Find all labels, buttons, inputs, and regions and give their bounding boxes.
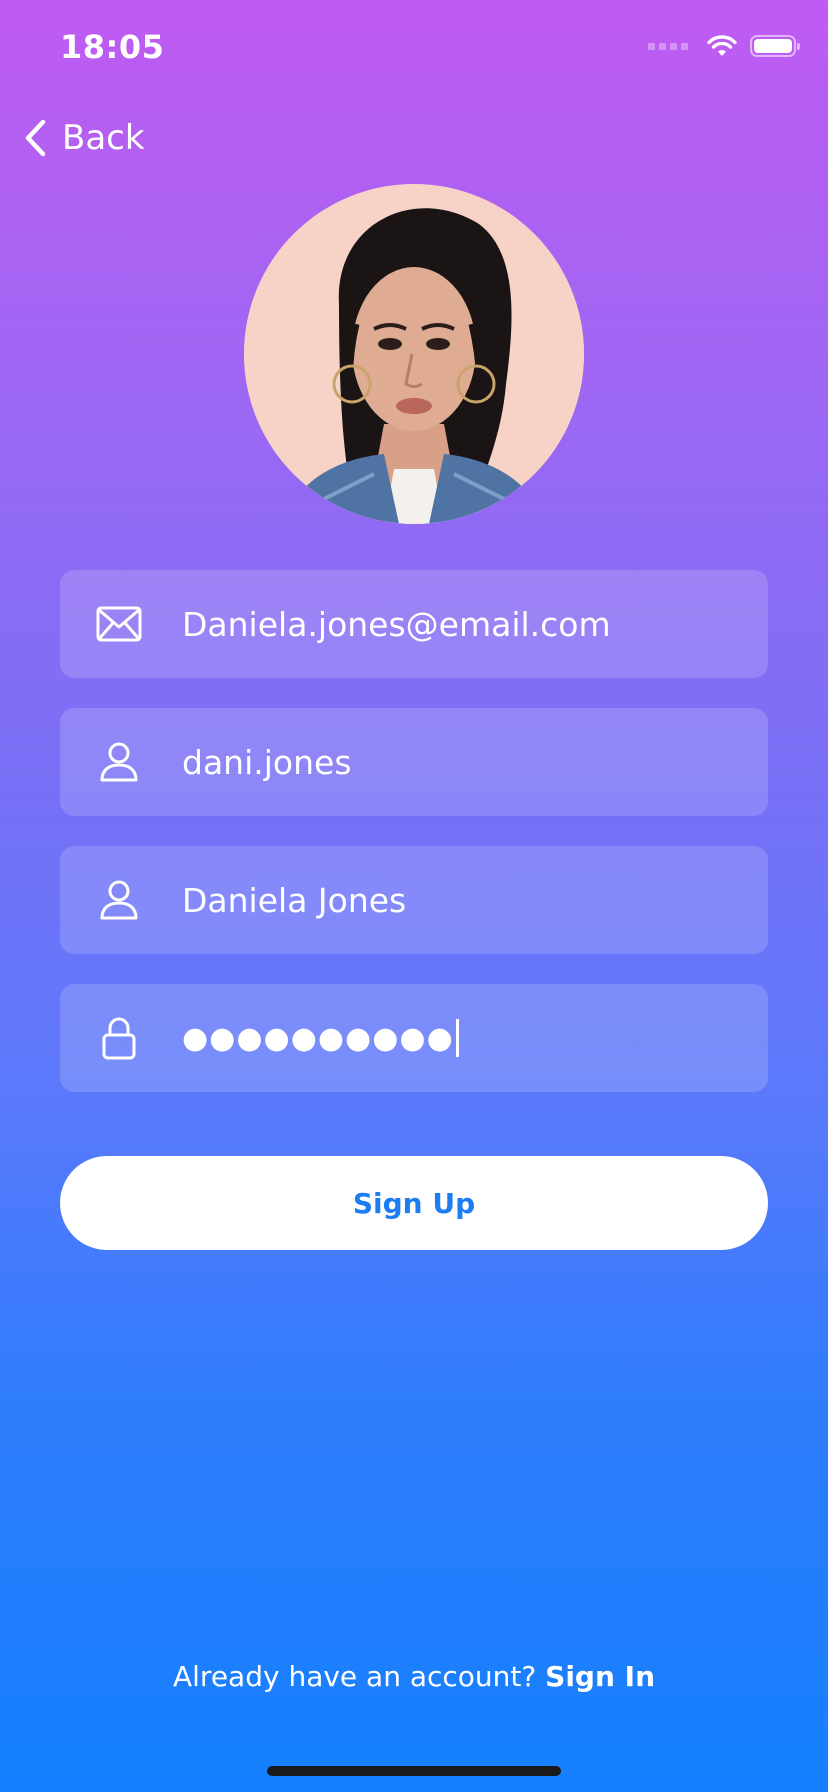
- text-cursor: [455, 1019, 459, 1057]
- sign-up-button[interactable]: Sign Up: [60, 1156, 768, 1250]
- footer-prompt: Already have an account?: [172, 1660, 537, 1693]
- profile-photo: [244, 184, 584, 524]
- status-icons: [648, 34, 800, 58]
- sign-in-link[interactable]: Sign In: [545, 1660, 655, 1693]
- back-button[interactable]: Back: [22, 118, 145, 158]
- footer: Already have an account? Sign In: [0, 1660, 828, 1693]
- full-name-field[interactable]: Daniela Jones: [60, 846, 768, 954]
- password-value: ●●●●●●●●●●: [182, 1020, 454, 1056]
- signup-screen: 18:05 Back Daniela.jones@email.com dani.…: [0, 0, 828, 1792]
- email-value: Daniela.jones@email.com: [182, 604, 611, 644]
- password-field[interactable]: ●●●●●●●●●●: [60, 984, 768, 1092]
- status-time: 18:05: [60, 28, 165, 66]
- lock-icon: [94, 1013, 144, 1063]
- envelope-icon: [94, 599, 144, 649]
- username-field[interactable]: dani.jones: [60, 708, 768, 816]
- full-name-value: Daniela Jones: [182, 880, 407, 920]
- back-label: Back: [62, 118, 145, 158]
- email-field[interactable]: Daniela.jones@email.com: [60, 570, 768, 678]
- battery-icon: [750, 35, 800, 57]
- avatar[interactable]: [244, 184, 584, 524]
- person-icon: [94, 737, 144, 787]
- person-icon: [94, 875, 144, 925]
- signal-icon: [648, 42, 688, 50]
- username-value: dani.jones: [182, 742, 352, 782]
- wifi-icon: [707, 35, 737, 56]
- chevron-left-icon: [25, 119, 46, 157]
- home-indicator: [267, 1766, 561, 1776]
